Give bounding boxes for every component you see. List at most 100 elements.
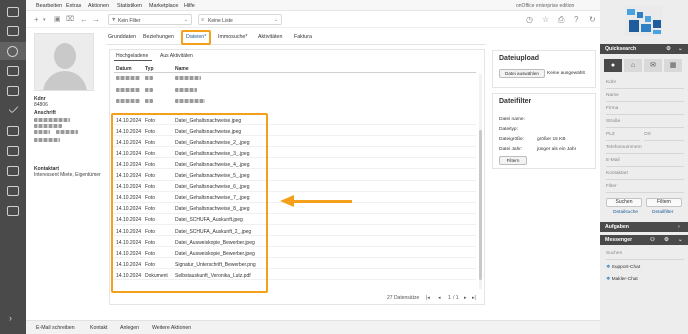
detailfilter-link[interactable]: Detailfilter bbox=[652, 210, 673, 215]
qs-plz-field[interactable]: PLZ bbox=[606, 130, 640, 141]
qs-kdnr-field[interactable]: Kdnr bbox=[606, 78, 684, 89]
redacted-text bbox=[34, 118, 70, 122]
estate-icon[interactable] bbox=[7, 126, 19, 136]
page-total: / 1 bbox=[453, 295, 459, 301]
detailsuche-link[interactable]: Detailsuche bbox=[613, 210, 638, 215]
history-icon[interactable]: ◷ bbox=[526, 15, 533, 24]
project-icon[interactable] bbox=[7, 166, 19, 176]
gear-icon[interactable]: ⚙ bbox=[664, 237, 669, 243]
tab-immosuche[interactable]: Immosuche* bbox=[218, 34, 247, 40]
save-icon[interactable]: ▣ bbox=[54, 15, 61, 23]
redacted-row bbox=[175, 88, 197, 92]
dashboard-icon[interactable] bbox=[7, 26, 19, 36]
list-select[interactable]: ≡ Keine Liste ⌄ bbox=[198, 14, 282, 25]
pager-last-icon[interactable]: ▸| bbox=[472, 295, 476, 301]
pager-prev-icon[interactable]: ◂ bbox=[438, 295, 441, 301]
pager-next-icon[interactable]: ▸ bbox=[464, 295, 467, 301]
scrollbar-thumb[interactable] bbox=[479, 130, 482, 280]
qs-name-field[interactable]: Name bbox=[606, 91, 684, 102]
group-icon[interactable]: ⚇ bbox=[650, 237, 655, 243]
help-icon[interactable]: ? bbox=[574, 15, 578, 24]
address-label: Anschrift bbox=[34, 110, 56, 116]
subtab-underline bbox=[114, 60, 152, 61]
filter-label-name: Datei name: bbox=[499, 117, 525, 122]
house-icon[interactable]: ⌂ bbox=[624, 59, 642, 72]
qs-filter-select[interactable]: Filter bbox=[606, 182, 684, 193]
qs-strasse-field[interactable]: Straße bbox=[606, 117, 684, 128]
filter-size-select[interactable]: größer 15 KB bbox=[537, 137, 583, 144]
more-actions-menu[interactable]: Weitere Aktionen bbox=[152, 325, 191, 331]
home-icon[interactable] bbox=[7, 7, 19, 17]
tab-faktura[interactable]: Faktura bbox=[294, 34, 312, 40]
qs-kontaktart-select[interactable]: Kontaktart bbox=[606, 169, 684, 180]
back-icon[interactable]: ← bbox=[80, 15, 88, 24]
menu-item-hilfe[interactable]: Hilfe bbox=[184, 3, 195, 9]
calendar-icon[interactable]: ▦ bbox=[664, 59, 682, 72]
quicksearch-tabs: ● ⌂ ✉ ▦ bbox=[604, 59, 684, 72]
avatar bbox=[34, 33, 94, 91]
redacted-row bbox=[145, 88, 153, 92]
qs-ort-field[interactable]: Ort bbox=[644, 130, 684, 141]
chevron-right-icon[interactable]: › bbox=[678, 224, 680, 230]
tasks-header[interactable]: Aufgaben › bbox=[600, 222, 688, 232]
calendar-icon[interactable] bbox=[7, 86, 19, 96]
check-icon[interactable] bbox=[8, 103, 19, 114]
tab-aktivitaeten[interactable]: Aktivitäten bbox=[258, 34, 282, 40]
support-chat-item[interactable]: ❖ Support-Chat bbox=[606, 265, 640, 270]
write-email-button[interactable]: E-Mail schreiben bbox=[36, 325, 75, 331]
filter-type-select[interactable] bbox=[537, 127, 583, 134]
quicksearch-search-button[interactable]: Suchen bbox=[606, 198, 642, 207]
filter-select[interactable]: ▼ Kein Filter ⌄ bbox=[108, 14, 192, 25]
create-menu[interactable]: Anlegen bbox=[120, 325, 139, 331]
menu-bar: Bearbeiten Extras Aktionen Statistiken M… bbox=[26, 0, 600, 11]
menu-item-extras[interactable]: Extras bbox=[66, 3, 81, 9]
files-highlight bbox=[111, 113, 268, 293]
trash-icon[interactable]: ⌧ bbox=[66, 15, 74, 23]
documents-icon[interactable] bbox=[7, 186, 19, 196]
menu-item-bearbeiten[interactable]: Bearbeiten bbox=[36, 3, 62, 9]
qs-firma-field[interactable]: Firma bbox=[606, 104, 684, 115]
menu-item-marketplace[interactable]: Marketplace bbox=[149, 3, 178, 9]
add-dropdown-icon[interactable]: ▾ bbox=[43, 17, 46, 23]
quicksearch-filter-button[interactable]: Filtern bbox=[646, 198, 682, 207]
subtab-aus-aktivitaeten[interactable]: Aus Aktivitäten bbox=[160, 53, 193, 59]
redacted-row bbox=[145, 76, 153, 80]
menu-item-statistiken[interactable]: Statistiken bbox=[117, 3, 142, 9]
makler-chat-item[interactable]: ❖ Makler-Chat bbox=[606, 277, 638, 282]
star-icon[interactable]: ☆ bbox=[542, 15, 549, 24]
pager-first-icon[interactable]: |◂ bbox=[426, 295, 430, 301]
subtab-hochgeladene[interactable]: Hochgeladene bbox=[116, 53, 148, 59]
stats-icon[interactable] bbox=[7, 206, 19, 216]
list-select-value: Keine Liste bbox=[208, 17, 233, 24]
refresh-icon[interactable]: ↻ bbox=[589, 15, 596, 24]
envelope-icon[interactable]: ✉ bbox=[644, 59, 662, 72]
chevron-down-icon[interactable]: ⌄ bbox=[678, 237, 683, 243]
choose-file-button[interactable]: Datei auswählen bbox=[499, 69, 545, 78]
gear-icon[interactable]: ⚙ bbox=[666, 46, 671, 52]
network-icon[interactable] bbox=[7, 146, 19, 156]
pointer-arrow-shaft bbox=[292, 200, 352, 203]
tab-beziehungen[interactable]: Beziehungen bbox=[143, 34, 174, 40]
kdnr-value: 84806 bbox=[34, 102, 48, 108]
qs-email-field[interactable]: E-Mail bbox=[606, 156, 684, 167]
redacted-row bbox=[145, 99, 153, 103]
qs-phone-field[interactable]: Telefonnummern bbox=[606, 143, 684, 154]
filter-button[interactable]: Filtern bbox=[499, 156, 527, 165]
menu-item-aktionen[interactable]: Aktionen bbox=[88, 3, 109, 9]
chevron-down-icon: ⌄ bbox=[273, 17, 278, 23]
person-icon[interactable]: ● bbox=[604, 59, 622, 72]
forward-icon[interactable]: → bbox=[92, 15, 100, 24]
chevron-down-icon[interactable]: ⌄ bbox=[678, 46, 683, 52]
add-icon[interactable]: + bbox=[34, 15, 39, 24]
redacted-text bbox=[34, 138, 60, 142]
filter-year-select[interactable]: jünger als ein Jahr bbox=[537, 147, 583, 154]
address-icon[interactable] bbox=[7, 46, 18, 57]
messenger-search-input[interactable]: Suchen bbox=[606, 249, 684, 260]
print-icon[interactable]: ⎙ bbox=[558, 15, 564, 25]
tab-grunddaten[interactable]: Grunddaten bbox=[108, 34, 136, 40]
page-number[interactable]: 1 bbox=[448, 295, 451, 301]
mail-icon[interactable] bbox=[7, 66, 19, 76]
collapse-arrow-icon[interactable]: › bbox=[9, 313, 12, 323]
contact-menu[interactable]: Kontakt bbox=[90, 325, 108, 331]
edition-label: onOffice enterprise edition bbox=[516, 2, 575, 9]
